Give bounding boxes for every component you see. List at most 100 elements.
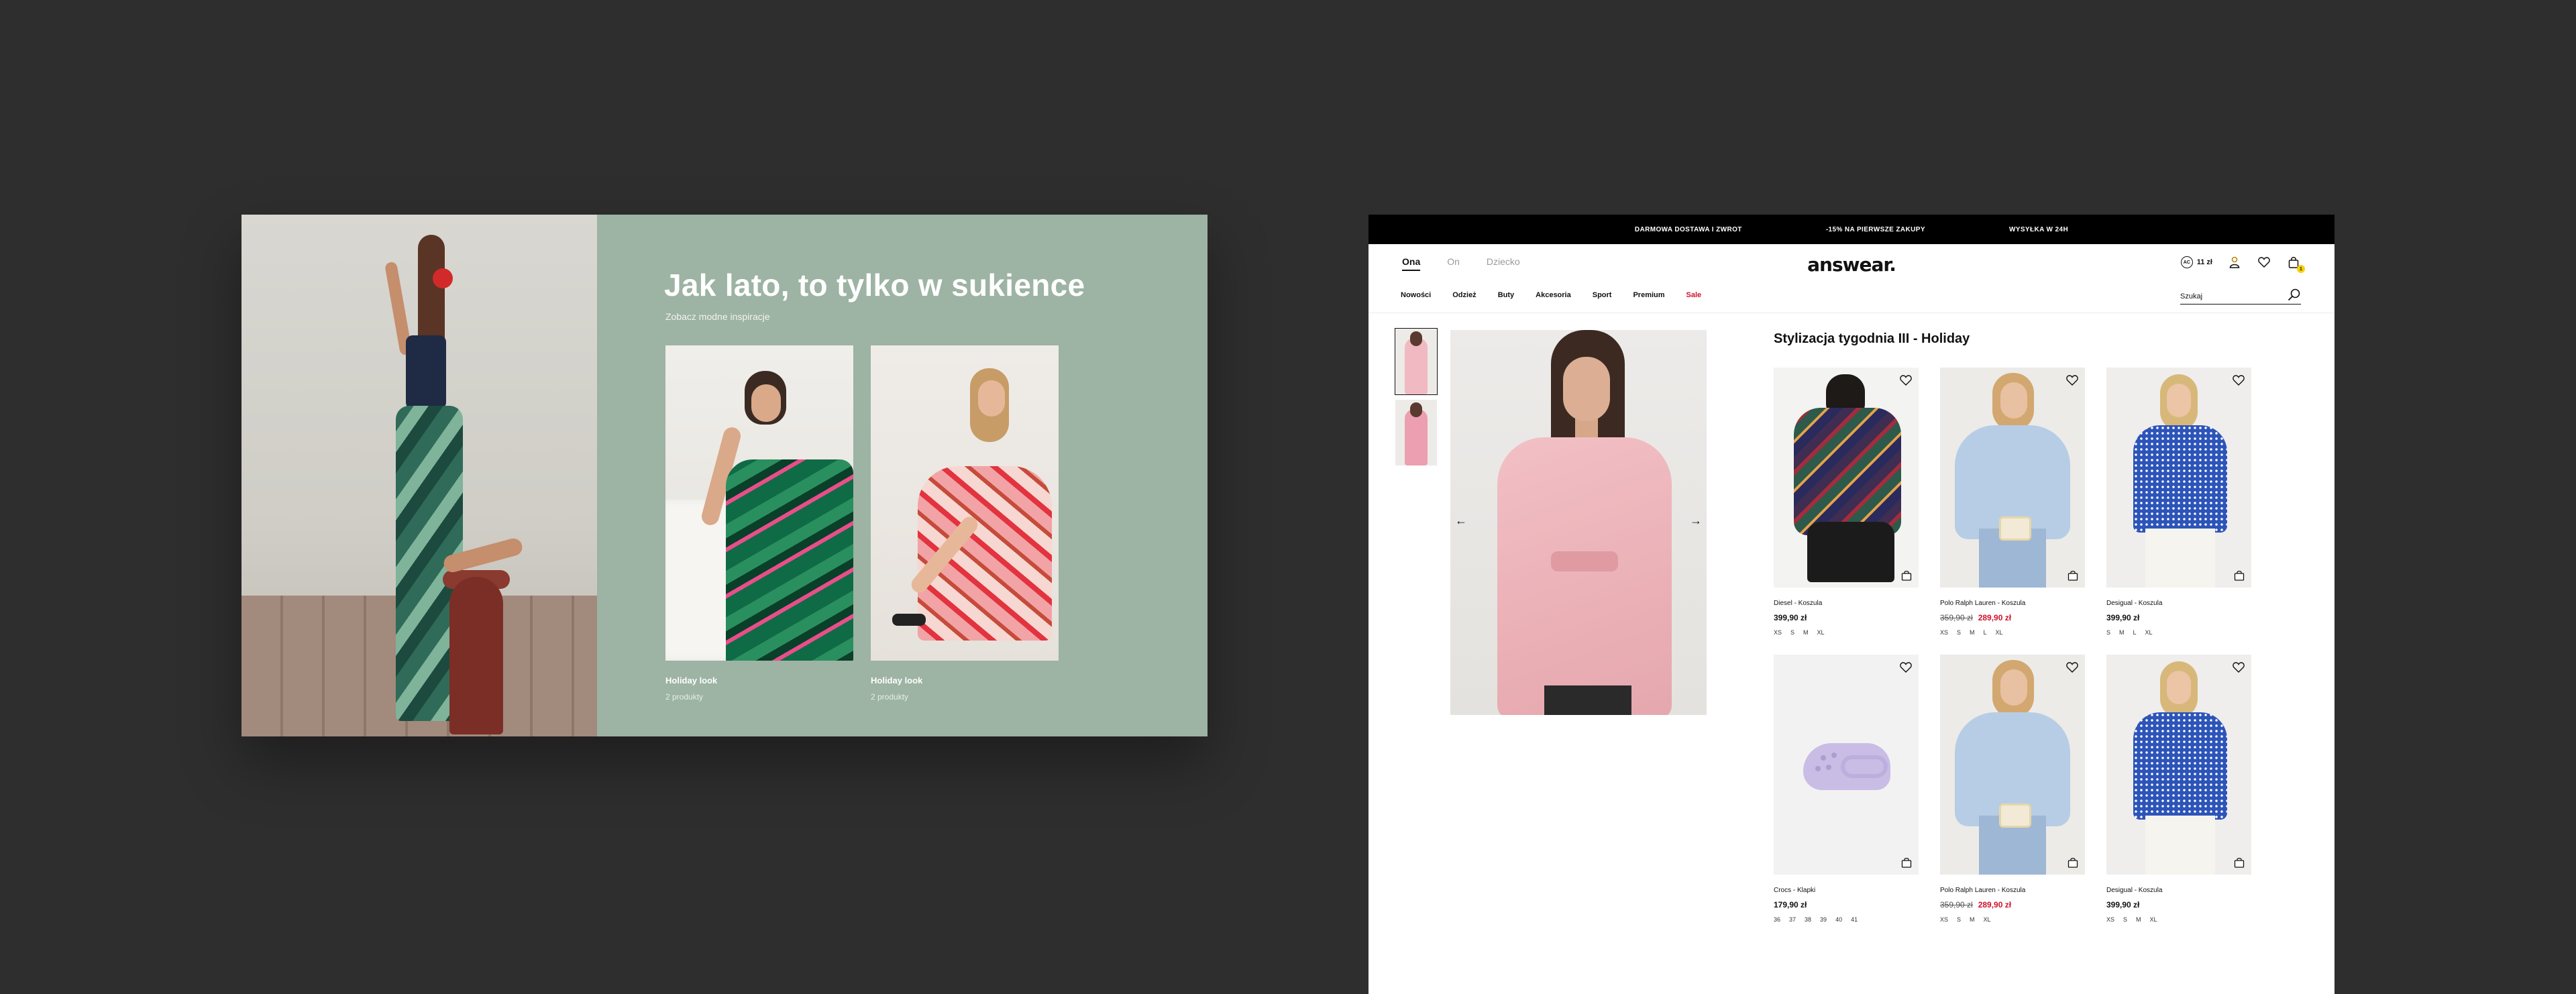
size-option[interactable]: 37 bbox=[1789, 916, 1796, 923]
section-title: Stylizacja tygodnia III - Holiday bbox=[1774, 331, 1970, 346]
size-option[interactable]: M bbox=[2136, 916, 2141, 923]
gallery-thumbnail[interactable] bbox=[1395, 400, 1437, 465]
size-option[interactable]: XL bbox=[1996, 629, 2003, 636]
product-image[interactable] bbox=[1774, 655, 1919, 875]
heart-icon[interactable] bbox=[1900, 374, 1912, 386]
product-image[interactable] bbox=[2106, 655, 2251, 875]
size-option[interactable]: XS bbox=[1940, 916, 1948, 923]
account-icon[interactable] bbox=[2227, 255, 2242, 270]
product-brand[interactable]: Crocs - Klapki bbox=[1774, 887, 1919, 894]
size-option[interactable]: XL bbox=[1817, 629, 1825, 636]
product-image[interactable] bbox=[1940, 655, 2085, 875]
size-option[interactable]: 40 bbox=[1835, 916, 1842, 923]
look-card[interactable]: Holiday look 2 produkty bbox=[665, 345, 853, 702]
size-option[interactable]: S bbox=[1790, 629, 1794, 636]
look-name[interactable]: Holiday look bbox=[665, 675, 853, 685]
size-option[interactable]: M bbox=[1970, 916, 1975, 923]
gender-tabs: Ona On Dziecko bbox=[1402, 256, 1520, 271]
product-card[interactable]: Polo Ralph Lauren - Koszula 359,90 zł 28… bbox=[1940, 655, 2085, 923]
nav-item-sale[interactable]: Sale bbox=[1686, 291, 1702, 299]
nav-item-odziez[interactable]: Odzież bbox=[1452, 291, 1476, 299]
size-option[interactable]: M bbox=[2119, 629, 2125, 636]
look-name[interactable]: Holiday look bbox=[871, 675, 1059, 685]
tab-on[interactable]: On bbox=[1447, 256, 1460, 271]
look-image[interactable] bbox=[665, 345, 853, 661]
add-to-cart-icon[interactable] bbox=[1901, 857, 1912, 868]
loyalty-points[interactable]: AC 11 zł bbox=[2180, 256, 2212, 268]
size-option[interactable]: S bbox=[2106, 629, 2110, 636]
cart-icon[interactable]: 1 bbox=[2286, 255, 2305, 273]
tab-dziecko[interactable]: Dziecko bbox=[1487, 256, 1520, 271]
product-brand[interactable]: Desigual - Koszula bbox=[2106, 887, 2251, 894]
topbar-item[interactable]: -15% NA PIERWSZE ZAKUPY bbox=[1826, 226, 1925, 233]
product-card[interactable]: Desigual - Koszula 399,90 zł S M L XL bbox=[2106, 368, 2251, 636]
search-icon[interactable] bbox=[2288, 288, 2301, 305]
add-to-cart-icon[interactable] bbox=[2234, 857, 2245, 868]
size-option[interactable]: XS bbox=[1774, 629, 1782, 636]
heart-icon[interactable] bbox=[2233, 661, 2245, 673]
product-card[interactable]: Desigual - Koszula 399,90 zł XS S M XL bbox=[2106, 655, 2251, 923]
arrow-right-icon[interactable]: → bbox=[1689, 514, 1703, 527]
heart-icon[interactable] bbox=[2066, 374, 2078, 386]
topbar-item[interactable]: DARMOWA DOSTAWA I ZWROT bbox=[1635, 226, 1742, 233]
site-logo[interactable]: answear. bbox=[1807, 254, 1896, 276]
size-option[interactable]: M bbox=[1803, 629, 1809, 636]
gallery-thumbnail[interactable] bbox=[1395, 328, 1438, 395]
nav-item-akcesoria[interactable]: Akcesoria bbox=[1536, 291, 1571, 299]
add-to-cart-icon[interactable] bbox=[1901, 570, 1912, 581]
size-option[interactable]: 38 bbox=[1805, 916, 1811, 923]
hero-image[interactable] bbox=[241, 215, 597, 736]
size-option[interactable]: XS bbox=[2106, 916, 2114, 923]
product-image[interactable] bbox=[2106, 368, 2251, 588]
tab-ona[interactable]: Ona bbox=[1402, 256, 1421, 271]
topbar-item[interactable]: WYSYŁKA W 24H bbox=[2009, 226, 2068, 233]
promo-subtitle[interactable]: Zobacz modne inspiracje bbox=[665, 311, 770, 322]
product-brand[interactable]: Desigual - Koszula bbox=[2106, 600, 2251, 607]
product-image[interactable] bbox=[1940, 368, 2085, 588]
arrow-left-icon[interactable]: ← bbox=[1454, 514, 1468, 527]
heart-icon[interactable] bbox=[2066, 661, 2078, 673]
product-card[interactable]: Diesel - Koszula 399,90 zł XS S M XL bbox=[1774, 368, 1919, 636]
size-option[interactable]: L bbox=[2133, 629, 2137, 636]
product-brand[interactable]: Polo Ralph Lauren - Koszula bbox=[1940, 600, 2085, 607]
points-value: 11 zł bbox=[2196, 258, 2212, 266]
look-image[interactable] bbox=[871, 345, 1059, 661]
product-card[interactable]: Polo Ralph Lauren - Koszula 359,90 zł 28… bbox=[1940, 368, 2085, 636]
nav-item-buty[interactable]: Buty bbox=[1498, 291, 1514, 299]
product-brand[interactable]: Polo Ralph Lauren - Koszula bbox=[1940, 887, 2085, 894]
price-sale: 289,90 zł bbox=[1978, 613, 2012, 622]
look-card[interactable]: Holiday look 2 produkty bbox=[871, 345, 1059, 702]
size-option[interactable]: S bbox=[2123, 916, 2127, 923]
product-sizes: XS S M XL bbox=[1774, 629, 1919, 636]
product-card[interactable]: Crocs - Klapki 179,90 zł 36 37 38 39 40 … bbox=[1774, 655, 1919, 923]
add-to-cart-icon[interactable] bbox=[2234, 570, 2245, 581]
nav-item-premium[interactable]: Premium bbox=[1633, 291, 1664, 299]
size-option[interactable]: 36 bbox=[1774, 916, 1780, 923]
size-option[interactable]: XL bbox=[2145, 629, 2153, 636]
heart-icon[interactable] bbox=[1900, 661, 1912, 673]
search-input[interactable] bbox=[2180, 292, 2274, 300]
product-price: 399,90 zł bbox=[2106, 900, 2251, 909]
nav-item-sport[interactable]: Sport bbox=[1593, 291, 1612, 299]
coin-icon: AC bbox=[2180, 256, 2193, 268]
gallery-main-image[interactable]: ← → bbox=[1450, 330, 1707, 715]
size-option[interactable]: L bbox=[1984, 629, 1987, 636]
add-to-cart-icon[interactable] bbox=[2068, 857, 2078, 868]
product-image[interactable] bbox=[1774, 368, 1919, 588]
size-option[interactable]: 39 bbox=[1820, 916, 1827, 923]
size-option[interactable]: XL bbox=[1984, 916, 1991, 923]
size-option[interactable]: S bbox=[1957, 629, 1961, 636]
add-to-cart-icon[interactable] bbox=[2068, 570, 2078, 581]
size-option[interactable]: S bbox=[1957, 916, 1961, 923]
size-option[interactable]: M bbox=[1970, 629, 1975, 636]
size-option[interactable]: 41 bbox=[1851, 916, 1858, 923]
nav-item-nowosci[interactable]: Nowości bbox=[1401, 291, 1431, 299]
size-option[interactable]: XS bbox=[1940, 629, 1948, 636]
product-price: 179,90 zł bbox=[1774, 900, 1919, 909]
heart-icon[interactable] bbox=[2233, 374, 2245, 386]
shop-page: DARMOWA DOSTAWA I ZWROT -15% NA PIERWSZE… bbox=[1368, 215, 2334, 994]
gallery-thumbnails bbox=[1395, 328, 1438, 471]
product-brand[interactable]: Diesel - Koszula bbox=[1774, 600, 1919, 607]
heart-icon[interactable] bbox=[2257, 255, 2271, 270]
size-option[interactable]: XL bbox=[2150, 916, 2157, 923]
